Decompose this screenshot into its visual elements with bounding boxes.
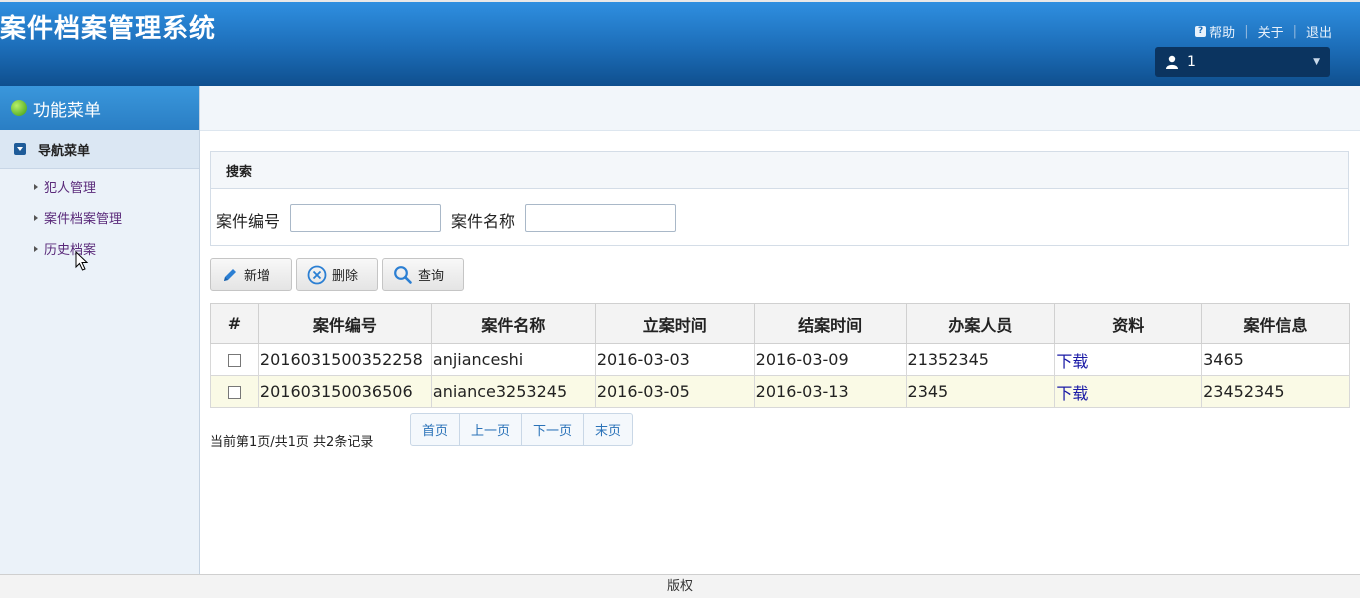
column-header[interactable]: 案件名称 [430, 303, 596, 344]
chevron-down-icon: ▼ [1313, 57, 1320, 67]
case-no-label: 案件编号 [216, 212, 281, 231]
help-label: 帮助 [1209, 26, 1236, 41]
column-header[interactable]: 立案时间 [594, 303, 755, 344]
column-header[interactable]: # [210, 303, 259, 344]
sidebar-item-label: 案件档案管理 [44, 212, 123, 227]
checkbox-icon[interactable] [228, 354, 242, 367]
sidebar-item-prisoner[interactable]: 犯人管理 [34, 177, 96, 196]
sidebar-title: 功能菜单 [33, 100, 101, 121]
column-header[interactable]: 案件编号 [257, 303, 432, 344]
checkbox-icon[interactable] [228, 386, 242, 399]
first-page-button[interactable]: 首页 [411, 414, 461, 445]
nav-menu-title: 导航菜单 [38, 143, 91, 159]
query-button[interactable]: 查询 [382, 258, 464, 291]
column-header[interactable]: 资料 [1054, 303, 1203, 344]
case-no-cell: 201603150036506 [257, 375, 432, 408]
case-name-label: 案件名称 [451, 212, 516, 231]
sidebar: 功能菜单 导航菜单 犯人管理 案件档案管理 历史档案 [0, 86, 200, 574]
app-title: 案件档案管理系统 [0, 14, 217, 44]
case-name-cell: anjianceshi [430, 343, 596, 376]
add-button[interactable]: 新增 [210, 258, 292, 291]
download-link[interactable]: 下载 [1056, 352, 1088, 371]
sidebar-item-case-archive[interactable]: 案件档案管理 [34, 208, 122, 227]
pencil-icon [224, 268, 236, 281]
staff-cell: 21352345 [905, 343, 1056, 376]
user-dropdown[interactable]: 1 ▼ [1155, 47, 1330, 77]
tab-bar [200, 86, 1360, 131]
sidebar-item-label: 犯人管理 [44, 181, 97, 196]
add-label: 新增 [244, 269, 271, 284]
user-name: 1 [1187, 54, 1196, 70]
cube-icon [11, 100, 27, 116]
pagination: 首页 上一页 下一页 末页 [410, 413, 634, 446]
nav-toggle-icon [14, 143, 26, 155]
column-header[interactable]: 结案时间 [753, 303, 907, 344]
next-page-button[interactable]: 下一页 [522, 414, 585, 445]
case-table: # 案件编号 案件名称 立案时间 结案时间 办案人员 资料 案件信息 20160… [210, 303, 1350, 408]
triangle-right-icon [34, 183, 38, 190]
delete-circle-icon [307, 265, 327, 284]
logout-link[interactable]: 退出 [1306, 22, 1332, 41]
page-info: 当前第1页/共1页 共2条记录 [210, 435, 374, 450]
file-cell: 下载 [1054, 343, 1203, 376]
info-cell: 23452345 [1201, 375, 1350, 408]
end-date-cell: 2016-03-13 [753, 375, 907, 408]
footer: 版权 [0, 574, 1360, 598]
column-header[interactable]: 办案人员 [905, 303, 1056, 344]
file-cell: 下载 [1054, 375, 1203, 408]
table-row[interactable]: 201603150035225​8 anjianceshi 2016-03-03… [210, 343, 1350, 376]
about-link[interactable]: 关于 [1258, 22, 1284, 41]
triangle-right-icon [34, 245, 38, 252]
link-divider: | [1292, 24, 1297, 39]
staff-cell: 2345 [905, 375, 1056, 408]
top-links: ? 帮助 | 关于 | 退出 [1195, 22, 1332, 41]
info-cell: 3465 [1201, 343, 1350, 376]
row-select-cell [210, 375, 259, 408]
case-name-input[interactable] [525, 204, 676, 232]
last-page-button[interactable]: 末页 [584, 414, 632, 445]
table-row[interactable]: 201603150036506 aniance3253245 2016-03-0… [210, 375, 1350, 408]
case-no-cell: 201603150035225​8 [257, 343, 432, 376]
table-header-row: # 案件编号 案件名称 立案时间 结案时间 办案人员 资料 案件信息 [210, 303, 1350, 344]
download-link[interactable]: 下载 [1056, 384, 1088, 403]
sidebar-header: 功能菜单 [0, 86, 199, 130]
start-date-cell: 2016-03-05 [594, 375, 755, 408]
prev-page-button[interactable]: 上一页 [460, 414, 523, 445]
delete-label: 删除 [332, 269, 359, 284]
row-select-cell [210, 343, 259, 376]
mouse-cursor-icon [75, 251, 89, 271]
case-no-input[interactable] [290, 204, 441, 232]
column-header[interactable]: 案件信息 [1201, 303, 1350, 344]
case-name-cell: aniance3253245 [430, 375, 596, 408]
triangle-right-icon [34, 214, 38, 221]
main-content: 搜索 案件编号 案件名称 新增 删除 查询 # 案件编号 案件名称 立案时间 结… [200, 86, 1360, 574]
link-divider: | [1244, 24, 1249, 39]
help-link[interactable]: ? 帮助 [1195, 22, 1235, 41]
start-date-cell: 2016-03-03 [594, 343, 755, 376]
search-icon [394, 265, 412, 284]
end-date-cell: 2016-03-09 [753, 343, 907, 376]
help-icon: ? [1195, 26, 1207, 37]
delete-button[interactable]: 删除 [296, 258, 378, 291]
nav-menu-toggle[interactable]: 导航菜单 [0, 130, 199, 169]
user-icon [1166, 55, 1178, 69]
query-label: 查询 [418, 269, 445, 284]
header-bar: 案件档案管理系统 ? 帮助 | 关于 | 退出 1 ▼ [0, 0, 1360, 86]
search-panel-title: 搜索 [211, 152, 1348, 189]
